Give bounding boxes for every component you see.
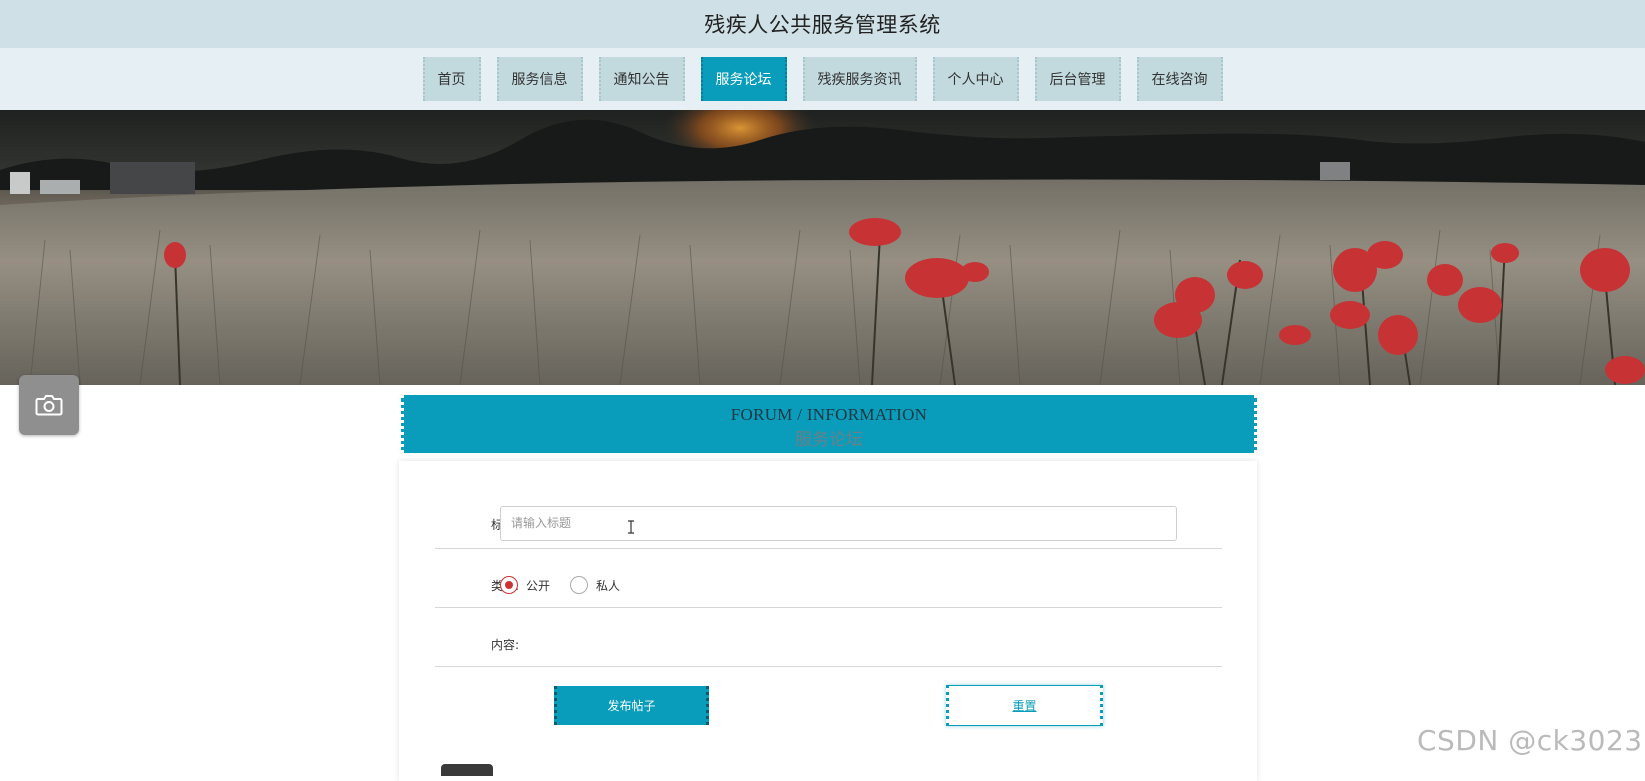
post-form: 标题: 请输入标题 类型: 公开 私人 内容: 发布帖子 重置 <box>399 461 1257 781</box>
video-timestamp-chip <box>441 764 493 776</box>
section-title-cn: 服务论坛 <box>795 430 863 450</box>
app-header: 残疾人公共服务管理系统 <box>0 0 1645 48</box>
nav-item-online-consult[interactable]: 在线咨询 <box>1136 57 1223 101</box>
screenshot-button[interactable] <box>19 375 79 435</box>
nav-item-personal-center[interactable]: 个人中心 <box>932 57 1019 101</box>
type-private-label[interactable]: 私人 <box>596 577 620 594</box>
nav-item-label: 个人中心 <box>947 72 1004 88</box>
type-radio-group: 公开 私人 <box>500 576 640 594</box>
nav-item-label: 服务信息 <box>511 72 568 88</box>
app-title: 残疾人公共服务管理系统 <box>704 13 941 37</box>
banner-image <box>0 110 1645 385</box>
nav-item-label: 通知公告 <box>613 72 670 88</box>
nav-item-label: 后台管理 <box>1049 72 1106 88</box>
watermark: CSDN @ck3023 <box>1417 724 1643 757</box>
nav-item-notices[interactable]: 通知公告 <box>598 57 685 101</box>
main-nav: 首页 服务信息 通知公告 服务论坛 残疾服务资讯 个人中心 后台管理 在线咨询 <box>0 48 1645 110</box>
camera-icon <box>35 395 63 416</box>
nav-item-admin[interactable]: 后台管理 <box>1034 57 1121 101</box>
type-public-label[interactable]: 公开 <box>526 577 550 594</box>
nav-item-home[interactable]: 首页 <box>422 57 481 101</box>
nav-item-label: 首页 <box>437 72 466 88</box>
content-label: 内容: <box>490 638 519 652</box>
nav-item-forum[interactable]: 服务论坛 <box>700 57 787 101</box>
nav-item-service-info[interactable]: 服务信息 <box>496 57 583 101</box>
nav-item-label: 服务论坛 <box>715 72 772 88</box>
content-row: 内容: <box>435 608 1222 667</box>
title-input[interactable]: 请输入标题 <box>500 506 1177 541</box>
reset-button[interactable]: 重置 <box>946 685 1103 726</box>
type-public-radio[interactable] <box>500 576 518 594</box>
nav-item-label: 在线咨询 <box>1151 72 1208 88</box>
nav-item-label: 残疾服务资讯 <box>817 72 902 88</box>
nav-item-disability-news[interactable]: 残疾服务资讯 <box>802 57 917 101</box>
type-private-radio[interactable] <box>570 576 589 594</box>
section-header: FORUM / INFORMATION 服务论坛 <box>401 395 1257 453</box>
title-input-placeholder: 请输入标题 <box>511 516 572 530</box>
text-cursor-icon <box>628 520 634 534</box>
section-title-en: FORUM / INFORMATION <box>730 405 928 424</box>
publish-button[interactable]: 发布帖子 <box>554 686 709 725</box>
